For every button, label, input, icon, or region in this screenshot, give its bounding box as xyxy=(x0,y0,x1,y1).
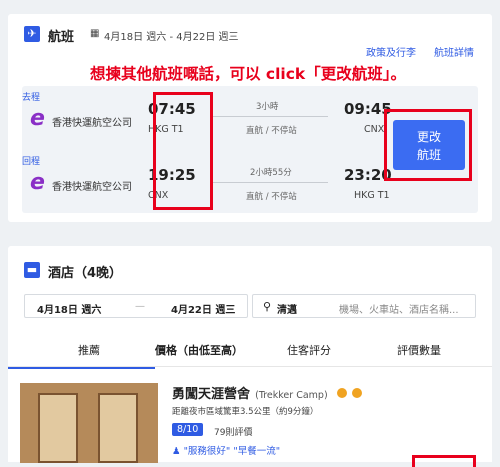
date-separator: — xyxy=(135,301,145,312)
flight-details-link[interactable]: 航班詳情 xyxy=(434,44,474,59)
return-airline: 香港快運航空公司 xyxy=(52,182,132,193)
hotel-name[interactable]: 勇闖天涯營舍 xyxy=(172,387,250,402)
tab-guest-rating[interactable]: 住客評分 xyxy=(254,342,364,358)
active-tab-indicator xyxy=(8,367,155,369)
tab-review-count[interactable]: 評價數量 xyxy=(364,342,474,358)
tab-price-low-high[interactable]: 價格（由低至高） xyxy=(144,342,254,358)
hotel-name-en: (Trekker Camp) xyxy=(255,390,328,401)
hotel-distance: 距離夜市區域驚車3.5公里（約9分鐘） xyxy=(172,407,319,417)
calendar-icon: ▦ xyxy=(90,28,100,39)
location-value: 清邁 xyxy=(277,305,297,316)
outbound-route-line xyxy=(212,116,328,117)
outbound-airline: 香港快運航空公司 xyxy=(52,118,132,129)
return-label: 回程 xyxy=(22,157,41,167)
checkout-date: 4月22日 週三 xyxy=(171,305,236,316)
outbound-arrive-code: CNX xyxy=(364,124,385,135)
return-stops: 直航 / 不停站 xyxy=(246,192,297,202)
tab-recommended[interactable]: 推薦 xyxy=(34,342,144,358)
hotel-card: ▬ 酒店（4晚） 4月18日 週六 — 4月22日 週三 ⚲ 清邁 機場、火車站… xyxy=(8,246,492,366)
airplane-icon: ✈ xyxy=(24,26,40,42)
select-highlight-box xyxy=(412,455,476,467)
return-route-line xyxy=(212,182,328,183)
hotel-list: 勇闖天涯營舍 (Trekker Camp) 距離夜市區域驚車3.5公里（約9分鐘… xyxy=(8,366,492,467)
return-arrive-code: HKG T1 xyxy=(354,190,390,201)
flight-date-range: 4月18日 週六 - 4月22日 週三 xyxy=(104,32,239,43)
flight-card: ✈ 航班 ▦ 4月18日 週六 - 4月22日 週三 政策及行李 航班詳情 想揀… xyxy=(8,14,492,222)
outbound-stops: 直航 / 不停站 xyxy=(246,126,297,136)
date-range-field[interactable]: 4月18日 週六 — 4月22日 週三 xyxy=(24,294,248,318)
location-search-placeholder[interactable]: 機場、火車站、酒店名稱... xyxy=(339,301,459,316)
location-pin-icon: ⚲ xyxy=(263,300,272,313)
person-icon: ♟ xyxy=(172,446,181,457)
photo-window-right xyxy=(98,393,138,463)
airline-logo-icon: e xyxy=(30,106,45,131)
outbound-label: 去程 xyxy=(22,93,41,103)
checkin-date: 4月18日 週六 xyxy=(37,305,102,316)
flight-section-title: 航班 xyxy=(48,30,75,45)
bed-icon: ▬ xyxy=(24,262,40,278)
rating-dot-icon xyxy=(351,388,362,398)
airline-logo-icon: e xyxy=(30,170,45,195)
hotel-section-title: 酒店（4晚） xyxy=(48,266,123,281)
outbound-duration: 3小時 xyxy=(256,102,279,112)
photo-window-left xyxy=(38,393,78,463)
annotation-text: 想揀其他航班嘅話，可以 click「更改航班」。 xyxy=(90,65,406,83)
rating-dot-icon xyxy=(336,388,347,398)
button-highlight-box xyxy=(384,109,472,181)
location-field[interactable]: ⚲ 清邁 機場、火車站、酒店名稱... xyxy=(252,294,476,318)
hotel-photo[interactable] xyxy=(20,383,158,463)
time-highlight-box xyxy=(153,92,213,210)
hotel-score-badge: 8/10 xyxy=(172,423,204,436)
hotel-highlights-text: "服務很好" "早餐一流" xyxy=(183,446,281,457)
hotel-name-row: 勇闖天涯營舍 (Trekker Camp) xyxy=(172,383,362,402)
hotel-highlights: ♟ "服務很好" "早餐一流" xyxy=(172,443,280,457)
return-duration: 2小時55分 xyxy=(250,168,292,178)
hotel-review-count: 79則評價 xyxy=(214,428,253,438)
policy-luggage-link[interactable]: 政策及行李 xyxy=(366,44,416,59)
